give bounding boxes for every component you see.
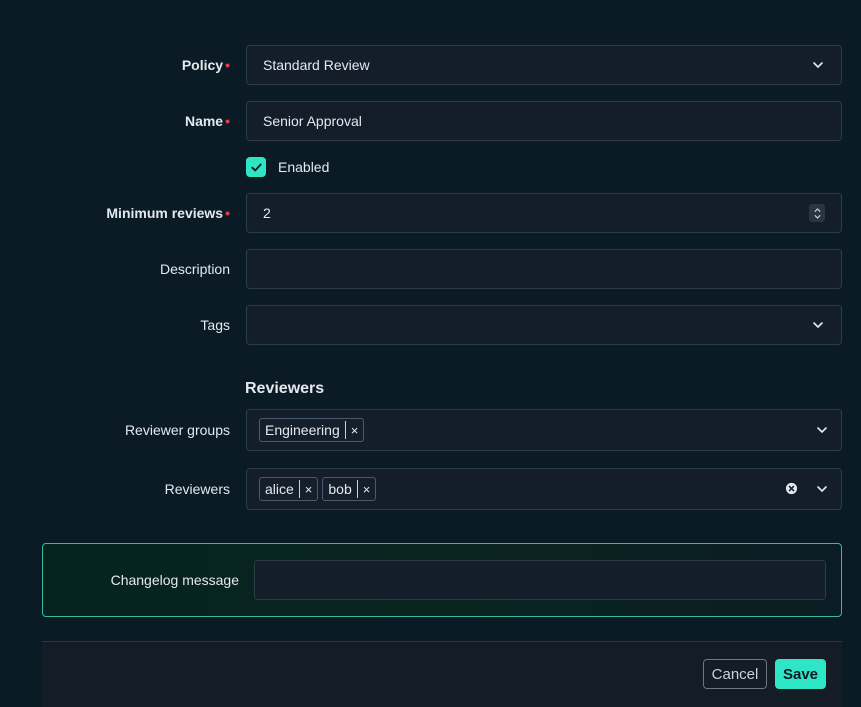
- tags-row: Tags: [0, 305, 861, 345]
- save-button[interactable]: Save: [775, 659, 826, 689]
- policy-rule-form: Policy • Standard Review Name • Senior App…: [0, 0, 861, 707]
- reviewer-groups-chips: Engineering ×: [259, 418, 815, 442]
- changelog-label: Changelog message: [110, 572, 239, 588]
- policy-row: Policy • Standard Review: [0, 45, 861, 85]
- name-input[interactable]: Senior Approval: [246, 101, 842, 141]
- changelog-panel: Changelog message: [42, 543, 842, 617]
- clear-circle-icon[interactable]: [785, 482, 799, 496]
- chip-label: Engineering: [265, 422, 340, 438]
- reviewers-section-title: Reviewers: [245, 380, 325, 397]
- reviewer-groups-select[interactable]: Engineering ×: [246, 409, 842, 451]
- minimum-reviews-input[interactable]: 2: [246, 193, 842, 233]
- chevron-down-icon: [811, 58, 825, 72]
- reviewers-row: Reviewers alice × bob ×: [0, 468, 861, 510]
- cancel-button[interactable]: Cancel: [703, 659, 767, 689]
- name-row: Name • Senior Approval: [0, 101, 861, 141]
- name-label: Name •: [184, 113, 230, 129]
- minimum-reviews-row: Minimum reviews • 2: [0, 193, 861, 233]
- changelog-input[interactable]: [254, 560, 826, 600]
- required-marker: •: [225, 205, 230, 221]
- chip-remove-icon[interactable]: ×: [358, 482, 376, 497]
- chip-alice: alice ×: [259, 477, 319, 501]
- chip-remove-icon[interactable]: ×: [300, 482, 318, 497]
- reviewers-select[interactable]: alice × bob ×: [246, 468, 842, 510]
- policy-select-value: Standard Review: [263, 57, 370, 73]
- policy-label: Policy •: [181, 57, 230, 73]
- tags-label: Tags: [200, 317, 230, 333]
- reviewers-chips: alice × bob ×: [259, 477, 785, 501]
- description-input[interactable]: [246, 249, 842, 289]
- number-stepper-icon[interactable]: [809, 204, 825, 222]
- check-icon: [250, 163, 262, 171]
- enabled-row: Enabled: [246, 157, 329, 177]
- form-footer: Cancel Save: [42, 641, 842, 707]
- policy-select[interactable]: Standard Review: [246, 45, 842, 85]
- chip-label: alice: [265, 481, 294, 497]
- required-marker: •: [225, 113, 230, 129]
- chevron-down-icon[interactable]: [815, 482, 829, 496]
- minimum-reviews-value: 2: [263, 205, 271, 221]
- reviewer-groups-row: Reviewer groups Engineering ×: [0, 409, 861, 451]
- chip-bob: bob ×: [322, 477, 377, 501]
- chip-engineering: Engineering ×: [259, 418, 365, 442]
- reviewer-groups-label: Reviewer groups: [124, 422, 230, 438]
- description-label: Description: [159, 261, 230, 277]
- tags-select[interactable]: [246, 305, 842, 345]
- enabled-checkbox[interactable]: [246, 157, 266, 177]
- chip-remove-icon[interactable]: ×: [346, 423, 364, 438]
- reviewers-label: Reviewers: [164, 481, 230, 497]
- chevron-down-icon[interactable]: [815, 423, 829, 437]
- chip-label: bob: [328, 481, 352, 497]
- description-row: Description: [0, 249, 861, 289]
- minimum-reviews-label: Minimum reviews •: [106, 205, 230, 221]
- chevron-down-icon: [811, 318, 825, 332]
- enabled-label: Enabled: [278, 159, 330, 175]
- name-input-value: Senior Approval: [263, 113, 362, 129]
- required-marker: •: [225, 57, 230, 73]
